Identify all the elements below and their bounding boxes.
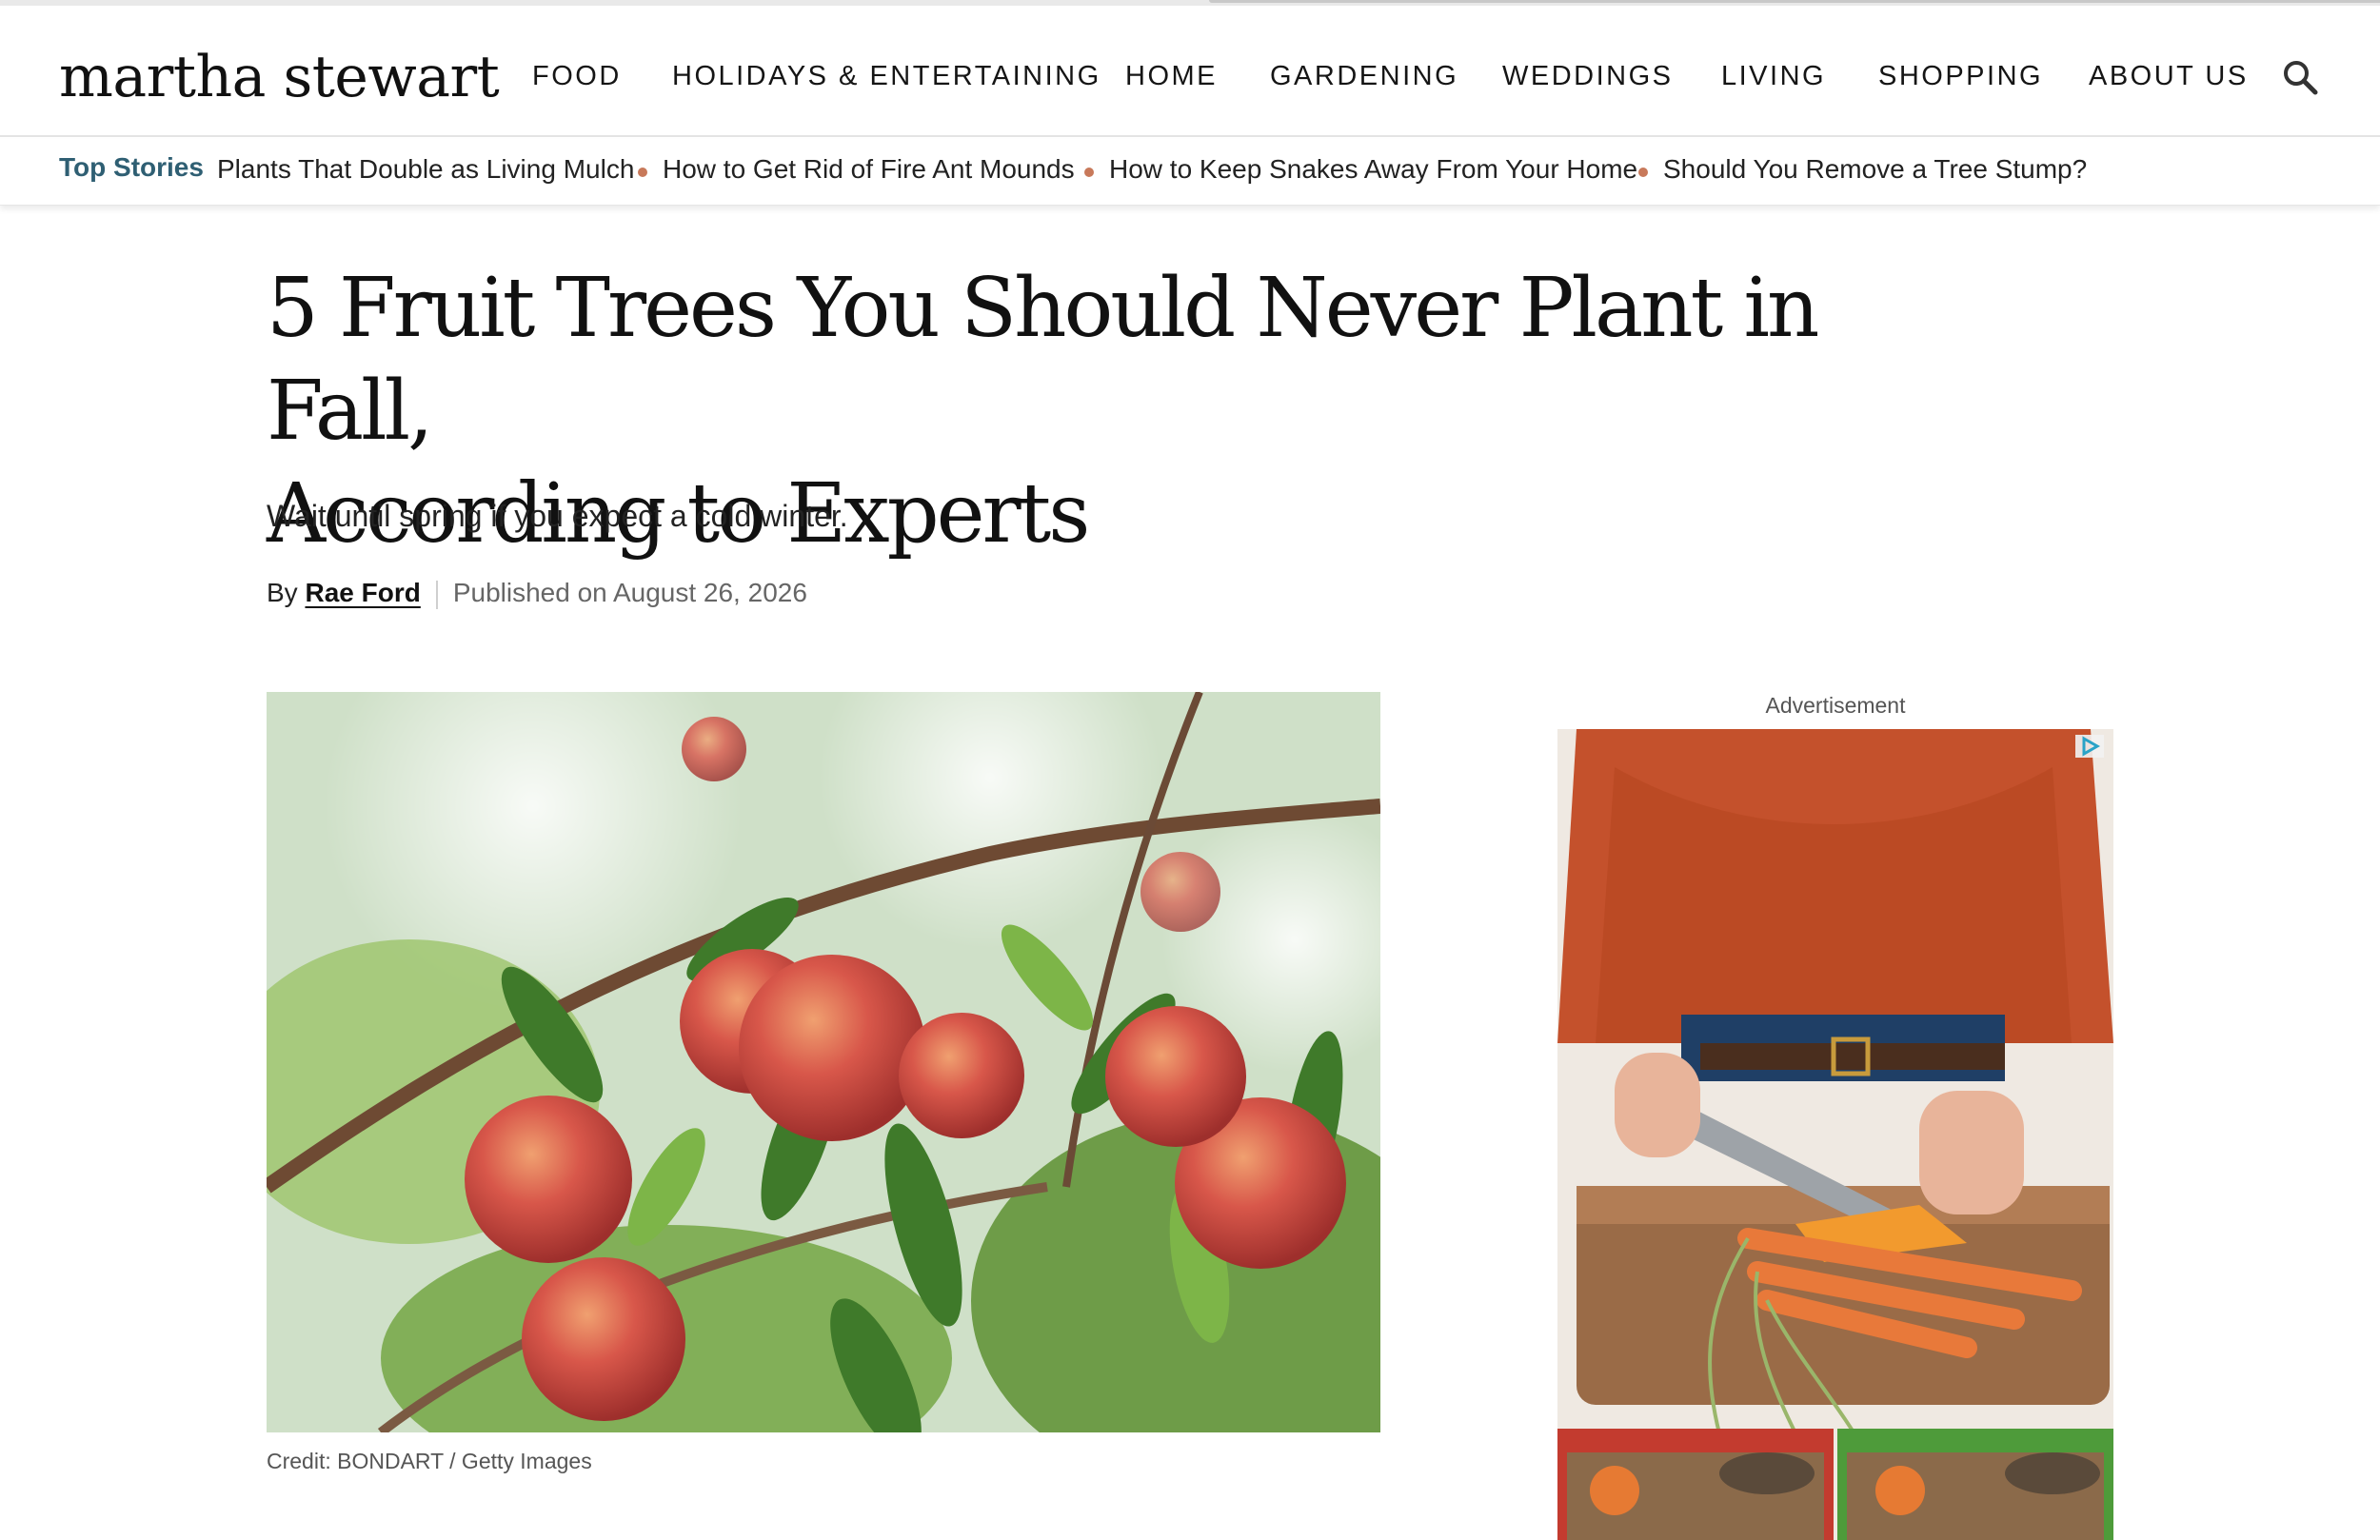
adchoices-icon[interactable] [2075, 735, 2104, 758]
ad-illustration [1557, 729, 2113, 1540]
separator-dot [638, 168, 647, 177]
nav-item-home[interactable]: HOME [1125, 61, 1218, 92]
search-icon[interactable] [2280, 57, 2322, 99]
browser-progress-bar [1209, 0, 2380, 3]
advertisement-label: Advertisement [1765, 693, 1906, 718]
site-header: martha stewart FOOD HOLIDAYS & ENTERTAIN… [0, 6, 2380, 137]
nav-item-holidays[interactable]: HOLIDAYS & ENTERTAINING [672, 61, 1101, 92]
site-logo[interactable]: martha stewart [59, 44, 500, 110]
nav-item-food[interactable]: FOOD [532, 61, 622, 92]
advertisement-banner[interactable] [1557, 729, 2113, 1540]
nav-item-gardening[interactable]: GARDENING [1270, 61, 1458, 92]
top-story-link[interactable]: How to Get Rid of Fire Ant Mounds [663, 154, 1075, 185]
nav-item-shopping[interactable]: SHOPPING [1878, 61, 2043, 92]
article-dek: Wait until spring if you expect a cold w… [267, 499, 848, 533]
top-story-link[interactable]: Plants That Double as Living Mulch [217, 154, 634, 185]
top-story-link[interactable]: Should You Remove a Tree Stump? [1663, 154, 2087, 185]
top-story-link[interactable]: How to Keep Snakes Away From Your Home [1109, 154, 1637, 185]
separator-dot [1084, 168, 1094, 177]
article-title-line-1: 5 Fruit Trees You Should Never Plant in … [267, 261, 1819, 459]
image-credit: Credit: BONDART / Getty Images [267, 1449, 592, 1473]
byline: By Rae Ford Published on August 26, 2026 [267, 578, 807, 609]
byline-prefix: By [267, 578, 298, 607]
top-stories-bar: Top Stories Plants That Double as Living… [0, 139, 2380, 206]
separator-dot [1638, 168, 1648, 177]
nav-item-living[interactable]: LIVING [1721, 61, 1826, 92]
top-stories-label: Top Stories [59, 152, 204, 182]
byline-divider [435, 580, 438, 609]
nav-item-about-us[interactable]: ABOUT US [2089, 61, 2249, 92]
hero-image-peaches [267, 692, 1380, 1432]
author-link[interactable]: Rae Ford [305, 578, 420, 607]
nav-item-weddings[interactable]: WEDDINGS [1502, 61, 1674, 92]
publish-date: Published on August 26, 2026 [452, 578, 807, 607]
peach-tree-illustration [267, 692, 1380, 1432]
